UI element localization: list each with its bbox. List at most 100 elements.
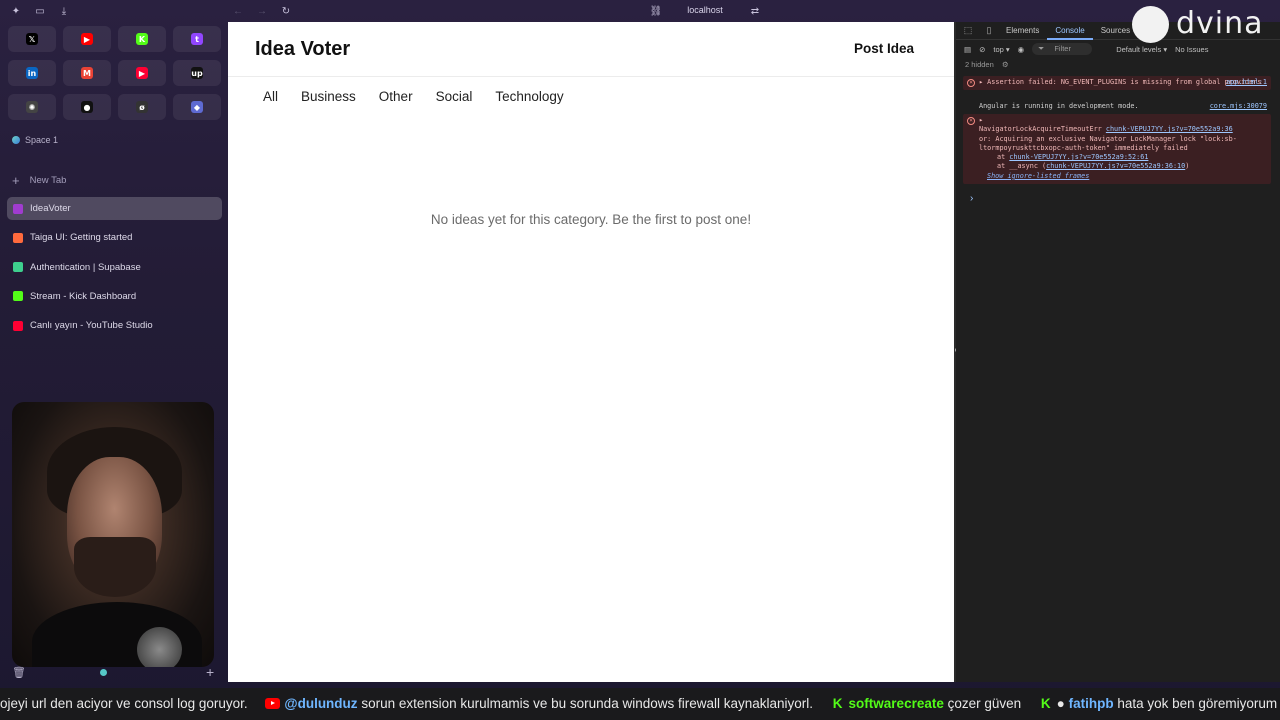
- error-name: NavigatorLockAcquireTimeoutErr: [979, 125, 1102, 134]
- category-tab-technology[interactable]: Technology: [495, 89, 563, 104]
- ignore-listed-frames-link: Show ignore-listed frames: [979, 172, 1267, 181]
- download-icon[interactable]: ⤓: [57, 4, 71, 18]
- pinned-app[interactable]: in: [8, 60, 56, 86]
- youtube-icon: [265, 697, 281, 709]
- pinned-app[interactable]: ▶: [63, 26, 111, 52]
- pinned-app[interactable]: ø: [118, 94, 166, 120]
- chat-ticker: ojeyi url den aciyor ve consol log goruy…: [0, 688, 1280, 720]
- clear-console-icon[interactable]: ⊘: [979, 45, 985, 54]
- message-expander[interactable]: ▸: [979, 116, 1267, 125]
- message-text: ▸ Assertion failed: NG_EVENT_PLUGINS is …: [979, 78, 1262, 86]
- new-space-plus-icon[interactable]: +: [206, 664, 214, 680]
- sidebar-tab[interactable]: Stream - Kick Dashboard: [7, 285, 222, 308]
- ticker-username: @dulunduz: [284, 696, 358, 711]
- stack-prefix: at __async (: [997, 162, 1047, 171]
- console-error-message[interactable]: × ▸ NavigatorLockAcquireTimeoutErr chunk…: [963, 114, 1271, 184]
- source-link[interactable]: core.mjs:30079: [1210, 102, 1267, 111]
- pinned-app[interactable]: 𝕏: [8, 26, 56, 52]
- hidden-count-text: 2 hidden: [965, 60, 994, 69]
- pinned-app[interactable]: ◆: [173, 94, 221, 120]
- empty-state-message: No ideas yet for this category. Be the f…: [430, 212, 752, 227]
- pinned-app[interactable]: up: [173, 60, 221, 86]
- source-link[interactable]: chunk-VEPUJ7YY.js?v=70e552a9:36: [1106, 125, 1233, 133]
- idea-voter-icon: [13, 203, 23, 214]
- new-tab-button[interactable]: + New Tab: [12, 173, 66, 188]
- ticker-message: ojeyi url den aciyor ve consol log goruy…: [0, 696, 248, 711]
- console-info-message[interactable]: Angular is running in development mode. …: [963, 100, 1271, 113]
- site-controls-icon[interactable]: ⇄: [748, 4, 762, 18]
- console-error-message[interactable]: × ▸ Assertion failed: NG_EVENT_PLUGINS i…: [963, 76, 1271, 91]
- stack-prefix: at: [997, 153, 1010, 162]
- console-settings-gear-icon[interactable]: ⚙: [1002, 60, 1009, 69]
- reload-icon[interactable]: ↻: [279, 4, 293, 18]
- post-idea-button[interactable]: Post Idea: [854, 41, 914, 56]
- live-expression-eye-icon[interactable]: ◉: [1018, 45, 1025, 54]
- stack-frame: at chunk-VEPUJ7YY.js?v=70e552a9:52:61: [979, 153, 1267, 162]
- sidebar-tab-label: Stream - Kick Dashboard: [30, 290, 137, 302]
- plus-icon: +: [12, 173, 20, 188]
- screen: { "browser": { "url": "localhost" }, "si…: [0, 0, 1280, 720]
- message-line: NavigatorLockAcquireTimeoutErr chunk-VEP…: [979, 125, 1267, 134]
- browser-top-bar: ✦ ▭ ⤓ ← → ↻ ⛓ localhost ⇄: [0, 0, 1280, 22]
- webcam-beard: [74, 537, 156, 597]
- kick-icon: [13, 291, 23, 302]
- source-link[interactable]: app.html:1: [1226, 78, 1267, 87]
- pinned-app[interactable]: ✺: [8, 94, 56, 120]
- devtools-tab-elements[interactable]: Elements: [998, 22, 1047, 40]
- category-tab-business[interactable]: Business: [301, 89, 356, 104]
- issues-count[interactable]: No Issues: [1175, 45, 1208, 54]
- context-selector[interactable]: top ▾: [993, 45, 1009, 54]
- stack-link[interactable]: chunk-VEPUJ7YY.js?v=70e552a9:36:10: [1046, 162, 1185, 170]
- back-icon[interactable]: ←: [231, 4, 245, 18]
- sidebar-tab[interactable]: Taiga UI: Getting started: [7, 226, 222, 249]
- sidebar-tab[interactable]: IdeaVoter: [7, 197, 222, 220]
- new-tab-label: New Tab: [29, 175, 67, 186]
- forward-icon[interactable]: →: [255, 4, 269, 18]
- pinned-app[interactable]: t: [173, 26, 221, 52]
- sidebar-tab-label: IdeaVoter: [30, 203, 71, 214]
- filter-placeholder: Filter: [1054, 44, 1071, 53]
- pinned-app[interactable]: ▶: [118, 60, 166, 86]
- devtools-panel: ⬚ ▯ Elements Console Sources ▤ ⊘ top ▾ ◉…: [956, 22, 1280, 682]
- sidebar-tab[interactable]: Canlı yayın - YouTube Studio: [7, 314, 222, 337]
- device-toolbar-icon[interactable]: ▯: [980, 25, 998, 36]
- category-tab-all[interactable]: All: [263, 89, 278, 104]
- supabase-icon: [13, 262, 23, 273]
- sidebar-tab-label: Canlı yayın - YouTube Studio: [30, 320, 153, 332]
- archive-icon[interactable]: 🗑: [12, 666, 26, 679]
- sidebar-tab-label: Authentication | Supabase: [30, 261, 141, 273]
- log-levels-dropdown[interactable]: Default levels ▾: [1116, 45, 1167, 54]
- sidebar-toggle-icon[interactable]: ▭: [33, 4, 47, 18]
- web-page: Idea Voter Post Idea All Business Other Soc…: [228, 22, 954, 682]
- stack-suffix: ): [1185, 162, 1190, 171]
- category-tab-social[interactable]: Social: [436, 89, 473, 104]
- pinned-app[interactable]: M: [63, 60, 111, 86]
- pinned-app[interactable]: ●: [63, 94, 111, 120]
- kick-icon: K: [1040, 696, 1051, 711]
- ticker-message: çozer güven: [943, 696, 1022, 711]
- ignore-link-text[interactable]: Show ignore-listed frames: [987, 172, 1089, 180]
- slash-app-icon: ø: [136, 101, 148, 113]
- category-tab-other[interactable]: Other: [379, 89, 413, 104]
- space-label[interactable]: Space 1: [12, 135, 58, 145]
- webcam-microphone: [137, 627, 182, 667]
- app-header: Idea Voter Post Idea: [228, 22, 954, 77]
- sidebar-tab[interactable]: Authentication | Supabase: [7, 256, 222, 279]
- upwork-icon: up: [191, 67, 203, 79]
- gmail-icon: M: [81, 67, 93, 79]
- stack-link[interactable]: chunk-VEPUJ7YY.js?v=70e552a9:52:61: [1009, 153, 1148, 161]
- kick-icon: K: [832, 696, 843, 711]
- console-prompt[interactable]: ›: [970, 193, 973, 204]
- devtools-tab-console[interactable]: Console: [1047, 22, 1093, 40]
- console-filter-input[interactable]: ⏷ Filter: [1032, 43, 1093, 55]
- error-detail: or: Acquiring an exclusive Navigator Loc…: [979, 134, 1237, 152]
- sidebar-tab-label: Taiga UI: Getting started: [30, 232, 133, 244]
- linkedin-icon: in: [26, 67, 38, 79]
- pinned-app[interactable]: K: [118, 26, 166, 52]
- x-icon: 𝕏: [26, 33, 38, 45]
- app-brand[interactable]: Idea Voter: [255, 38, 350, 61]
- space-switcher-dot-icon[interactable]: [100, 669, 107, 676]
- arc-logo-icon[interactable]: ✦: [9, 4, 23, 18]
- console-sidebar-icon[interactable]: ▤: [964, 45, 971, 54]
- inspect-element-icon[interactable]: ⬚: [959, 25, 977, 36]
